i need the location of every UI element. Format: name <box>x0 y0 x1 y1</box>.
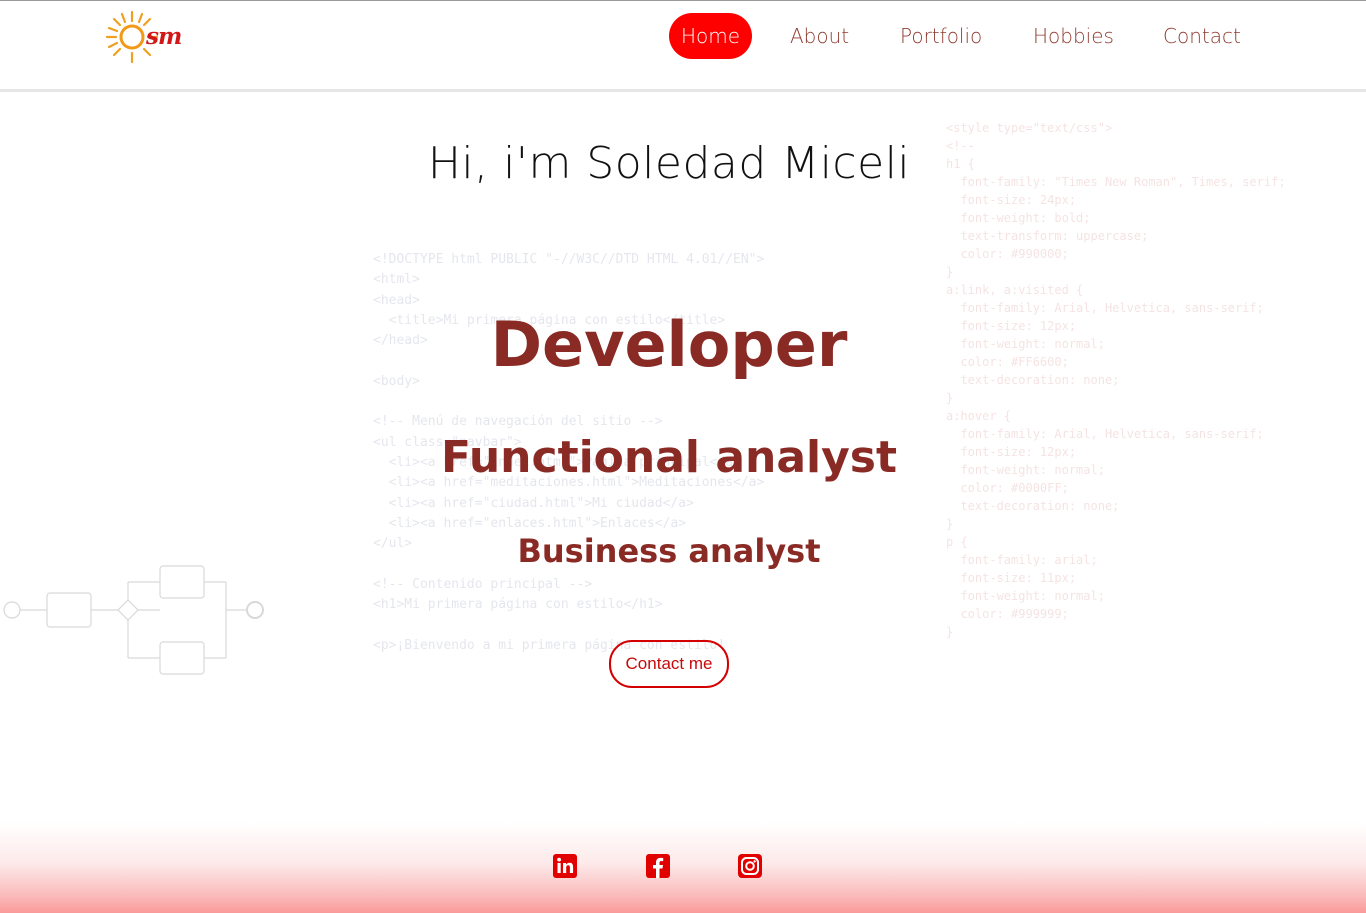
facebook-icon <box>646 854 670 878</box>
site-footer <box>0 822 1366 913</box>
bpmn-diagram-decoration <box>3 565 264 675</box>
facebook-link[interactable] <box>645 853 671 879</box>
nav-portfolio[interactable]: Portfolio <box>888 13 994 59</box>
instagram-link[interactable] <box>737 853 763 879</box>
role-developer: Developer <box>490 308 848 381</box>
instagram-icon <box>738 854 762 878</box>
nav-about[interactable]: About <box>778 13 861 59</box>
hero-greeting: Hi, i'm Soledad Miceli <box>427 138 911 189</box>
logo-text: sm <box>146 23 182 50</box>
linkedin-link[interactable] <box>552 853 578 879</box>
nav-home[interactable]: Home <box>669 13 753 59</box>
contact-me-button[interactable]: Contact me <box>609 640 729 688</box>
site-header: sm Home About Portfolio Hobbies Contact <box>0 1 1366 92</box>
site-logo[interactable]: sm <box>102 7 202 67</box>
nav-hobbies[interactable]: Hobbies <box>1021 13 1126 59</box>
nav-contact[interactable]: Contact <box>1151 13 1253 59</box>
role-business-analyst: Business analyst <box>517 532 821 570</box>
linkedin-icon <box>553 854 577 878</box>
role-functional-analyst: Functional analyst <box>440 432 898 483</box>
